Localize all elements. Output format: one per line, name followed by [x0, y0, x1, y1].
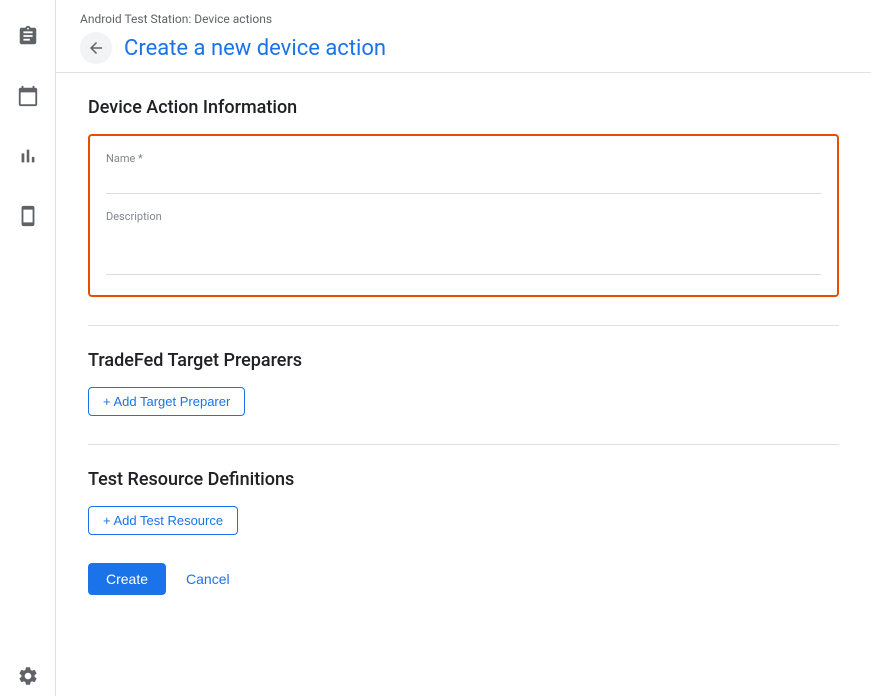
divider-1 — [88, 325, 839, 326]
divider-2 — [88, 444, 839, 445]
description-field-group: Description — [106, 210, 821, 279]
add-test-resource-button[interactable]: + Add Test Resource — [88, 506, 238, 535]
form-action-row: Create Cancel — [88, 563, 839, 595]
device-action-form: Name * Description — [88, 134, 839, 297]
breadcrumb: Android Test Station: Device actions — [80, 12, 847, 26]
calendar-icon[interactable] — [8, 76, 48, 116]
settings-icon[interactable] — [8, 656, 48, 696]
name-field-group: Name * — [106, 152, 821, 194]
page-title: Create a new device action — [124, 36, 386, 61]
page-header: Android Test Station: Device actions Cre… — [56, 0, 871, 73]
main-content: Android Test Station: Device actions Cre… — [56, 0, 871, 696]
phone-icon[interactable] — [8, 196, 48, 236]
tradefed-section: TradeFed Target Preparers + Add Target P… — [88, 350, 839, 416]
description-input[interactable] — [106, 227, 821, 275]
back-button[interactable] — [80, 32, 112, 64]
name-label: Name * — [106, 152, 821, 165]
description-label: Description — [106, 210, 821, 223]
sidebar — [0, 0, 56, 696]
content-area: Device Action Information Name * Descrip… — [56, 73, 871, 696]
clipboard-icon[interactable] — [8, 16, 48, 56]
test-resource-section: Test Resource Definitions + Add Test Res… — [88, 469, 839, 535]
create-button[interactable]: Create — [88, 563, 166, 595]
device-action-section: Device Action Information Name * Descrip… — [88, 97, 839, 297]
chart-icon[interactable] — [8, 136, 48, 176]
cancel-button[interactable]: Cancel — [174, 563, 242, 595]
tradefed-section-title: TradeFed Target Preparers — [88, 350, 839, 371]
name-input[interactable] — [106, 169, 821, 194]
device-action-section-title: Device Action Information — [88, 97, 839, 118]
test-resource-section-title: Test Resource Definitions — [88, 469, 839, 490]
add-target-preparer-button[interactable]: + Add Target Preparer — [88, 387, 245, 416]
